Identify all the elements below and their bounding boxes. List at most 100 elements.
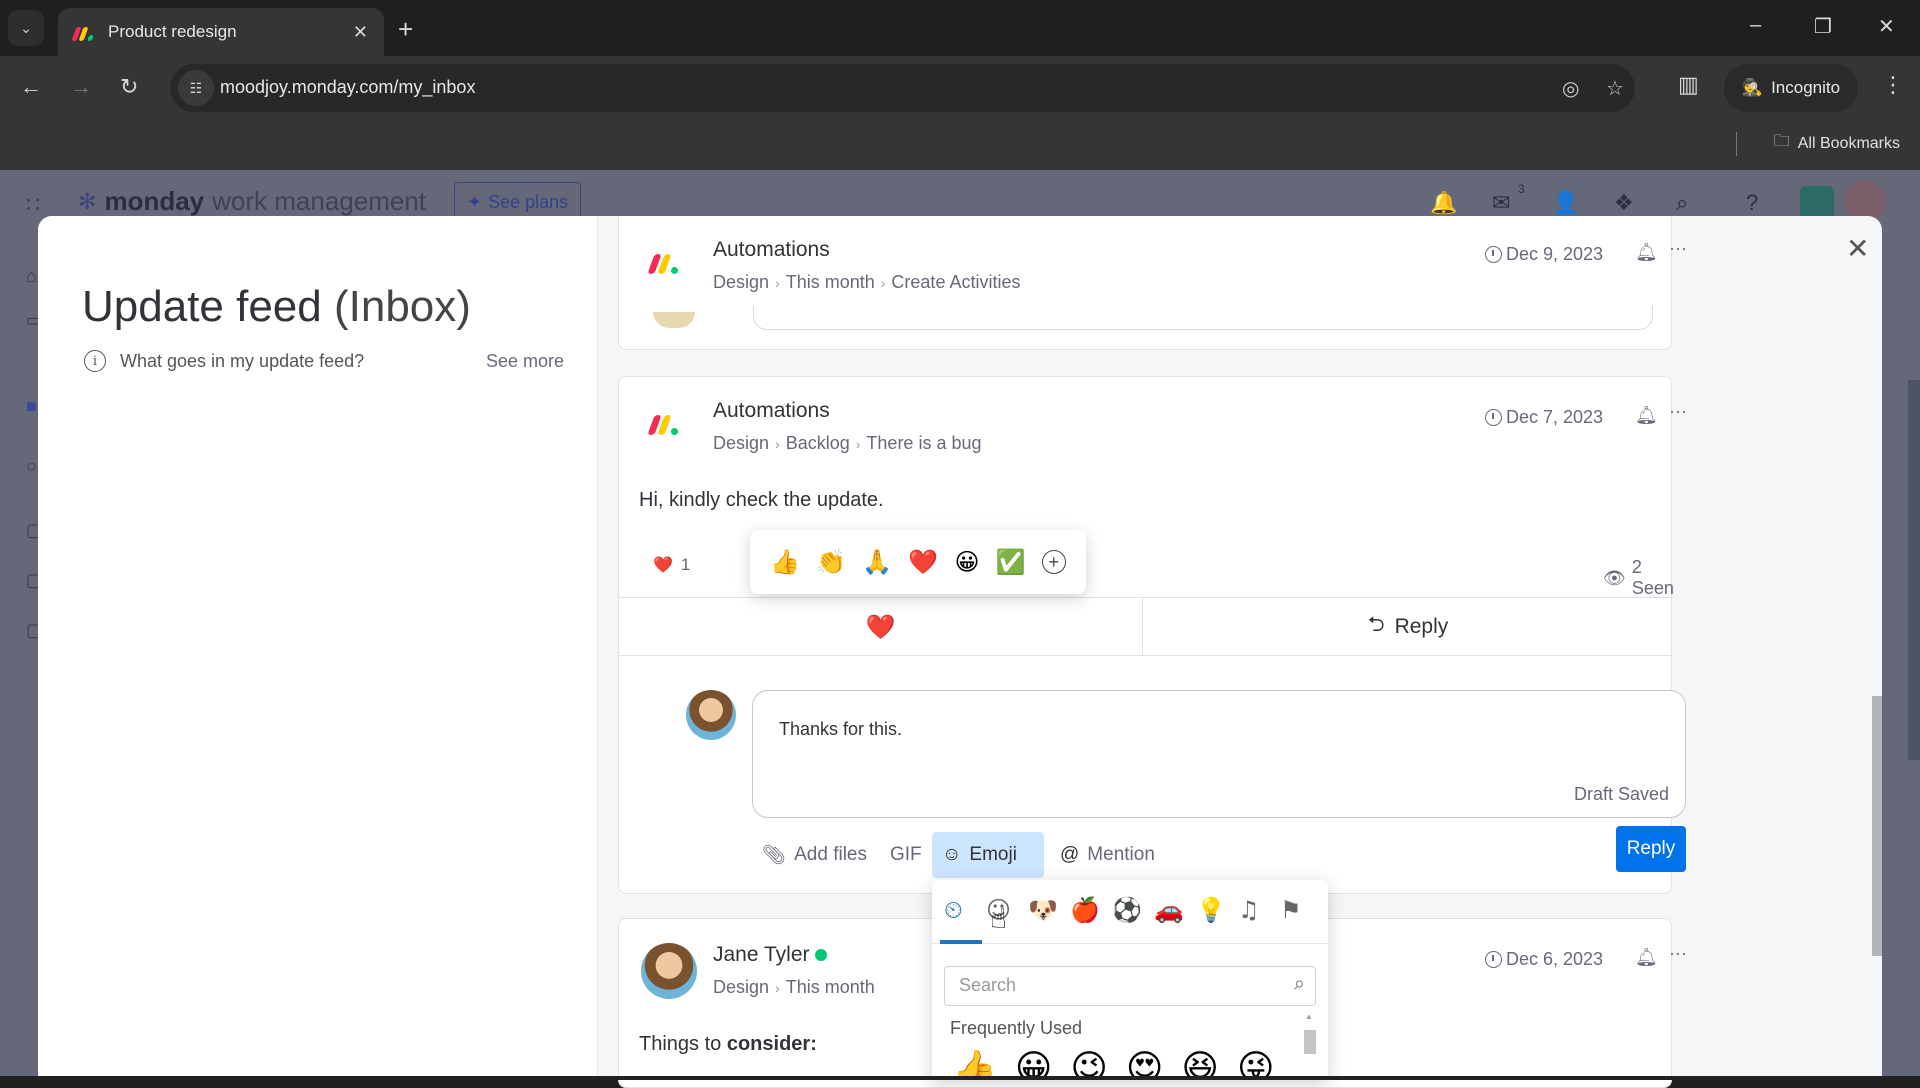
recent-category-icon[interactable]: ⏲	[944, 896, 963, 924]
browser-titlebar: ⌄ Product redesign ✕ + – ❐ ✕	[0, 0, 1920, 56]
breadcrumb-item[interactable]: This month	[786, 272, 875, 292]
more-options-icon[interactable]: ···	[1669, 401, 1687, 422]
chevron-down-icon: ⌄	[20, 19, 32, 36]
apps-marketplace-icon[interactable]: ❖	[1614, 190, 1634, 216]
window-close-icon[interactable]: ✕	[1878, 14, 1895, 39]
browser-tab[interactable]: Product redesign ✕	[58, 8, 384, 56]
tab-list-button[interactable]: ⌄	[8, 10, 44, 46]
composer-avatar	[686, 690, 736, 740]
gif-button[interactable]: GIF	[880, 832, 932, 878]
reaction-summary[interactable]: ❤️ 1	[653, 555, 690, 575]
objects-category-icon[interactable]: 💡	[1196, 896, 1226, 924]
add-reaction-icon[interactable]: +	[1041, 550, 1066, 574]
workspace-avatar[interactable]	[1800, 186, 1834, 220]
incognito-badge[interactable]: 🕵 Incognito	[1724, 64, 1858, 112]
all-bookmarks-label: All Bookmarks	[1797, 134, 1900, 152]
reply-input[interactable]: Thanks for this. Draft Saved	[752, 690, 1686, 818]
all-bookmarks-button[interactable]: 🗀 All Bookmarks	[1774, 130, 1900, 157]
see-more-link[interactable]: See more	[486, 351, 564, 372]
scroll-up-icon[interactable]: ▲	[1305, 1012, 1313, 1021]
breadcrumb-item[interactable]: Design	[713, 977, 769, 997]
page-title-main: Update feed	[82, 282, 322, 331]
food-category-icon[interactable]: 🍎	[1070, 896, 1100, 924]
logo-bold: monday	[104, 186, 205, 216]
like-button[interactable]: ❤️	[619, 598, 1143, 656]
emoji-button[interactable]: ☺ Emoji	[932, 832, 1044, 878]
at-icon: @	[1060, 844, 1080, 865]
monday-logo-icon	[647, 254, 678, 274]
card-author[interactable]: Automations	[713, 399, 830, 423]
add-files-button[interactable]: 📎︎ Add files	[752, 832, 877, 878]
breadcrumb-item[interactable]: This month	[786, 977, 875, 997]
check-reaction[interactable]: ✅	[996, 548, 1026, 576]
new-tab-button[interactable]: +	[398, 14, 413, 45]
pray-reaction[interactable]: 🙏	[862, 548, 892, 576]
jane-tyler-avatar[interactable]	[641, 943, 697, 999]
feed-scrollbar[interactable]	[1872, 696, 1882, 956]
flags-category-icon[interactable]: ⚑	[1280, 896, 1302, 924]
invite-members-icon[interactable]: 👤	[1552, 190, 1579, 216]
search-icon[interactable]: ⌕	[1676, 190, 1688, 216]
tab-title: Product redesign	[108, 22, 237, 41]
active-tab-indicator	[940, 940, 982, 944]
logo-light: work management	[212, 186, 427, 216]
reply-submit-button[interactable]: Reply	[1616, 826, 1686, 872]
card-author[interactable]: Jane Tyler	[713, 943, 828, 967]
feed-card: Automations Design › This month › Create Act…	[618, 216, 1687, 350]
scrollbar-thumb[interactable]	[1304, 1030, 1316, 1054]
card-author[interactable]: Automations	[713, 238, 830, 262]
breadcrumb-item[interactable]: Design	[713, 433, 769, 453]
url-text[interactable]: moodjoy.monday.com/my_inbox	[220, 77, 475, 98]
bell-icon[interactable]: 🔔︎	[1635, 947, 1658, 968]
card-date-text: Dec 6, 2023	[1506, 949, 1604, 969]
bell-icon[interactable]: 🔔︎	[1635, 405, 1658, 426]
reply-input-text[interactable]: Thanks for this.	[779, 719, 902, 740]
workspace-icon[interactable]: ■	[26, 396, 37, 417]
breadcrumb-item[interactable]: Create Activities	[891, 272, 1020, 292]
body-bold-text: consider:	[726, 1033, 817, 1055]
emoji-list-scrollbar[interactable]: ▲	[1302, 1012, 1318, 1080]
breadcrumb-item[interactable]: Backlog	[786, 433, 850, 453]
notifications-bell-icon[interactable]: 🔔	[1430, 190, 1457, 216]
reload-icon[interactable]: ↻	[120, 74, 138, 100]
more-options-icon[interactable]: ···	[1669, 943, 1687, 964]
back-icon[interactable]: ←	[20, 74, 42, 100]
bookmark-star-icon[interactable]: ☆	[1606, 76, 1624, 101]
minimize-icon[interactable]: –	[1750, 14, 1761, 37]
restore-icon[interactable]: ❐	[1814, 14, 1832, 39]
card-date: Dec 6, 2023	[1485, 949, 1603, 970]
breadcrumb-item[interactable]: There is a bug	[866, 433, 981, 453]
inbox-icon[interactable]: ✉	[1492, 190, 1510, 216]
symbols-category-icon[interactable]: ♫	[1238, 896, 1260, 924]
sidebar-item-icon[interactable]: ○	[26, 456, 37, 477]
activity-category-icon[interactable]: ⚽	[1112, 896, 1142, 924]
more-options-icon[interactable]: ···	[1669, 238, 1687, 259]
heart-reaction[interactable]: ❤️	[908, 548, 938, 576]
home-icon[interactable]: ⌂	[26, 266, 37, 287]
help-icon[interactable]: ?	[1746, 190, 1758, 216]
mention-button[interactable]: @ Mention	[1050, 832, 1165, 878]
reply-action-button[interactable]: ⮌ Reply	[1144, 598, 1672, 656]
close-icon[interactable]: ✕	[1846, 232, 1869, 265]
seen-indicator[interactable]: 👁︎ 2 Seen	[1603, 557, 1674, 599]
browser-menu-icon[interactable]: ⋮	[1882, 72, 1904, 98]
clap-reaction[interactable]: 👏	[816, 548, 846, 576]
emoji-search-input[interactable]: Search ⌕	[944, 966, 1316, 1006]
reaction-picker-popup: 👍 👏 🙏 ❤️ 😀 ✅ +	[750, 530, 1086, 594]
animals-category-icon[interactable]: 🐶	[1028, 896, 1058, 924]
smile-reaction[interactable]: 😀	[954, 548, 979, 576]
breadcrumb-item[interactable]: Design	[713, 272, 769, 292]
travel-category-icon[interactable]: 🚗	[1154, 896, 1184, 924]
hand-cursor-icon: ☝	[990, 903, 1008, 934]
thumbs-up-reaction[interactable]: 👍	[770, 548, 800, 576]
app-grid-icon[interactable]: ∷	[26, 192, 40, 218]
address-bar[interactable]: ☷ moodjoy.monday.com/my_inbox ◎ ☆	[170, 64, 1635, 112]
tab-close-icon[interactable]: ✕	[353, 22, 368, 43]
site-info-icon[interactable]: ☷	[178, 70, 214, 106]
eye-off-icon[interactable]: ◎	[1562, 76, 1579, 101]
bell-icon[interactable]: 🔔︎	[1635, 242, 1658, 263]
info-text: What goes in my update feed?	[120, 350, 365, 371]
side-panel-icon[interactable]: ▥	[1678, 72, 1699, 98]
forward-icon[interactable]: →	[70, 74, 92, 100]
monday-logo[interactable]: ✻ monday work management	[78, 186, 426, 217]
